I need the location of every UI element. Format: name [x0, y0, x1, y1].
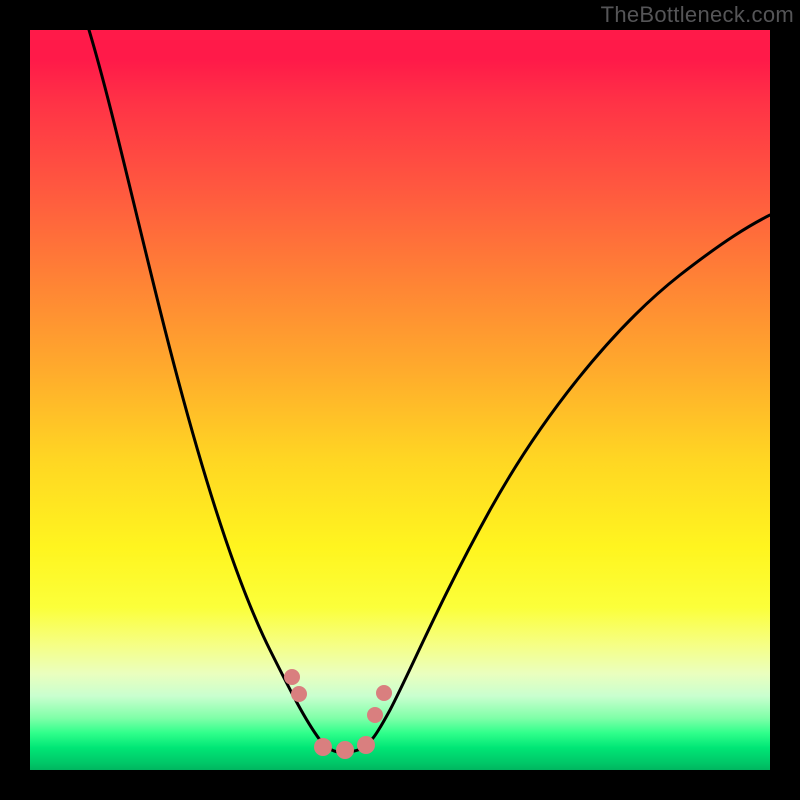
watermark-text: TheBottleneck.com [601, 2, 794, 28]
bottleneck-curve-svg [30, 30, 770, 770]
marker-dot [284, 669, 300, 685]
marker-dot [291, 686, 307, 702]
marker-dot [367, 707, 383, 723]
marker-dots-group [284, 669, 392, 759]
plot-area [30, 30, 770, 770]
marker-dot [314, 738, 332, 756]
bottleneck-curve-path [89, 30, 770, 753]
chart-frame: TheBottleneck.com [0, 0, 800, 800]
marker-dot [376, 685, 392, 701]
marker-dot [357, 736, 375, 754]
marker-dot [336, 741, 354, 759]
